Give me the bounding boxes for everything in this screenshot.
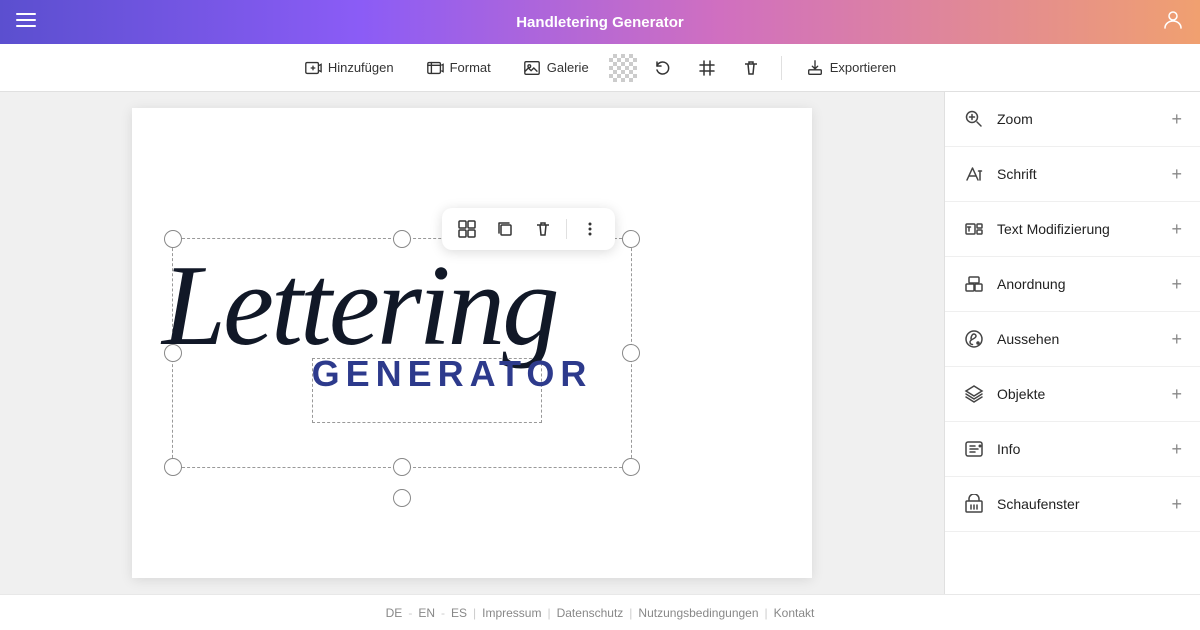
handle-bottom-mid[interactable]: [393, 458, 411, 476]
appearance-icon: [963, 328, 985, 350]
datenschutz-link[interactable]: Datenschutz: [557, 606, 624, 620]
schrift-label: Schrift: [997, 166, 1037, 182]
menu-icon[interactable]: [16, 10, 36, 35]
lettering-block-text[interactable]: GENERATOR: [272, 353, 632, 395]
info-icon: [963, 438, 985, 460]
panel-item-objekte[interactable]: Objekte +: [945, 367, 1200, 422]
handle-bottom-left[interactable]: [164, 458, 182, 476]
format-label: Format: [450, 60, 491, 75]
zoom-plus[interactable]: +: [1171, 109, 1182, 130]
galerie-button[interactable]: Galerie: [511, 53, 601, 83]
exportieren-button[interactable]: Exportieren: [794, 53, 908, 83]
sel-separator: [566, 219, 567, 239]
zoom-icon: [963, 108, 985, 130]
text-mod-label: Text Modifizierung: [997, 221, 1110, 237]
toolbar: Hinzufügen Format Galerie: [0, 44, 1200, 92]
right-panel: Zoom + Schrift +: [944, 92, 1200, 594]
kontakt-link[interactable]: Kontakt: [774, 606, 815, 620]
main-area: Lettering GENERATOR Zoom +: [0, 92, 1200, 594]
more-options-button[interactable]: [573, 212, 607, 246]
zoom-label: Zoom: [997, 111, 1033, 127]
panel-item-info[interactable]: Info +: [945, 422, 1200, 477]
objekte-label: Objekte: [997, 386, 1045, 402]
schaufenster-plus[interactable]: +: [1171, 494, 1182, 515]
panel-item-schaufenster[interactable]: Schaufenster +: [945, 477, 1200, 532]
format-button[interactable]: Format: [414, 53, 503, 83]
font-icon: [963, 163, 985, 185]
footer: DE - EN - ES | Impressum | Datenschutz |…: [0, 594, 1200, 630]
schrift-plus[interactable]: +: [1171, 164, 1182, 185]
panel-item-schrift[interactable]: Schrift +: [945, 147, 1200, 202]
panel-item-text-mod[interactable]: Text Modifizierung +: [945, 202, 1200, 257]
schaufenster-label: Schaufenster: [997, 496, 1080, 512]
panel-item-zoom[interactable]: Zoom +: [945, 92, 1200, 147]
lettering-text-group[interactable]: Lettering GENERATOR: [162, 248, 632, 395]
sel-delete-button[interactable]: [526, 212, 560, 246]
toolbar-separator: [781, 56, 782, 80]
grid-button[interactable]: [689, 50, 725, 86]
handle-rotate[interactable]: [393, 489, 411, 507]
info-plus[interactable]: +: [1171, 439, 1182, 460]
selection-toolbar: [442, 208, 615, 250]
panel-item-aussehen[interactable]: Aussehen +: [945, 312, 1200, 367]
header: Handletering Generator: [0, 0, 1200, 44]
delete-button[interactable]: [733, 50, 769, 86]
duplicate-button[interactable]: [488, 212, 522, 246]
info-label: Info: [997, 441, 1020, 457]
canvas-area[interactable]: Lettering GENERATOR: [0, 92, 944, 594]
handle-top-right[interactable]: [622, 230, 640, 248]
aussehen-label: Aussehen: [997, 331, 1059, 347]
anordnung-label: Anordnung: [997, 276, 1066, 292]
panel-item-anordnung[interactable]: Anordnung +: [945, 257, 1200, 312]
anordnung-plus[interactable]: +: [1171, 274, 1182, 295]
text-mod-icon: [963, 218, 985, 240]
galerie-label: Galerie: [547, 60, 589, 75]
hinzufuegen-button[interactable]: Hinzufügen: [292, 53, 406, 83]
background-toggle[interactable]: [609, 54, 637, 82]
handle-bottom-right[interactable]: [622, 458, 640, 476]
user-icon[interactable]: [1162, 9, 1184, 36]
store-icon: [963, 493, 985, 515]
lettering-cursive-text[interactable]: Lettering: [162, 248, 632, 363]
text-mod-plus[interactable]: +: [1171, 219, 1182, 240]
layers-icon: [963, 383, 985, 405]
hinzufuegen-label: Hinzufügen: [328, 60, 394, 75]
aussehen-plus[interactable]: +: [1171, 329, 1182, 350]
lang-de[interactable]: DE: [386, 606, 403, 620]
canvas[interactable]: Lettering GENERATOR: [132, 108, 812, 578]
nutzungsbedingungen-link[interactable]: Nutzungsbedingungen: [638, 606, 758, 620]
arrange-icon: [963, 273, 985, 295]
lang-es[interactable]: ES: [451, 606, 467, 620]
impressum-link[interactable]: Impressum: [482, 606, 541, 620]
lang-en[interactable]: EN: [418, 606, 435, 620]
panel-item-zoom-left: Zoom: [963, 108, 1033, 130]
group-button[interactable]: [450, 212, 484, 246]
objekte-plus[interactable]: +: [1171, 384, 1182, 405]
app-title: Handletering Generator: [516, 14, 684, 31]
exportieren-label: Exportieren: [830, 60, 896, 75]
undo-button[interactable]: [645, 50, 681, 86]
